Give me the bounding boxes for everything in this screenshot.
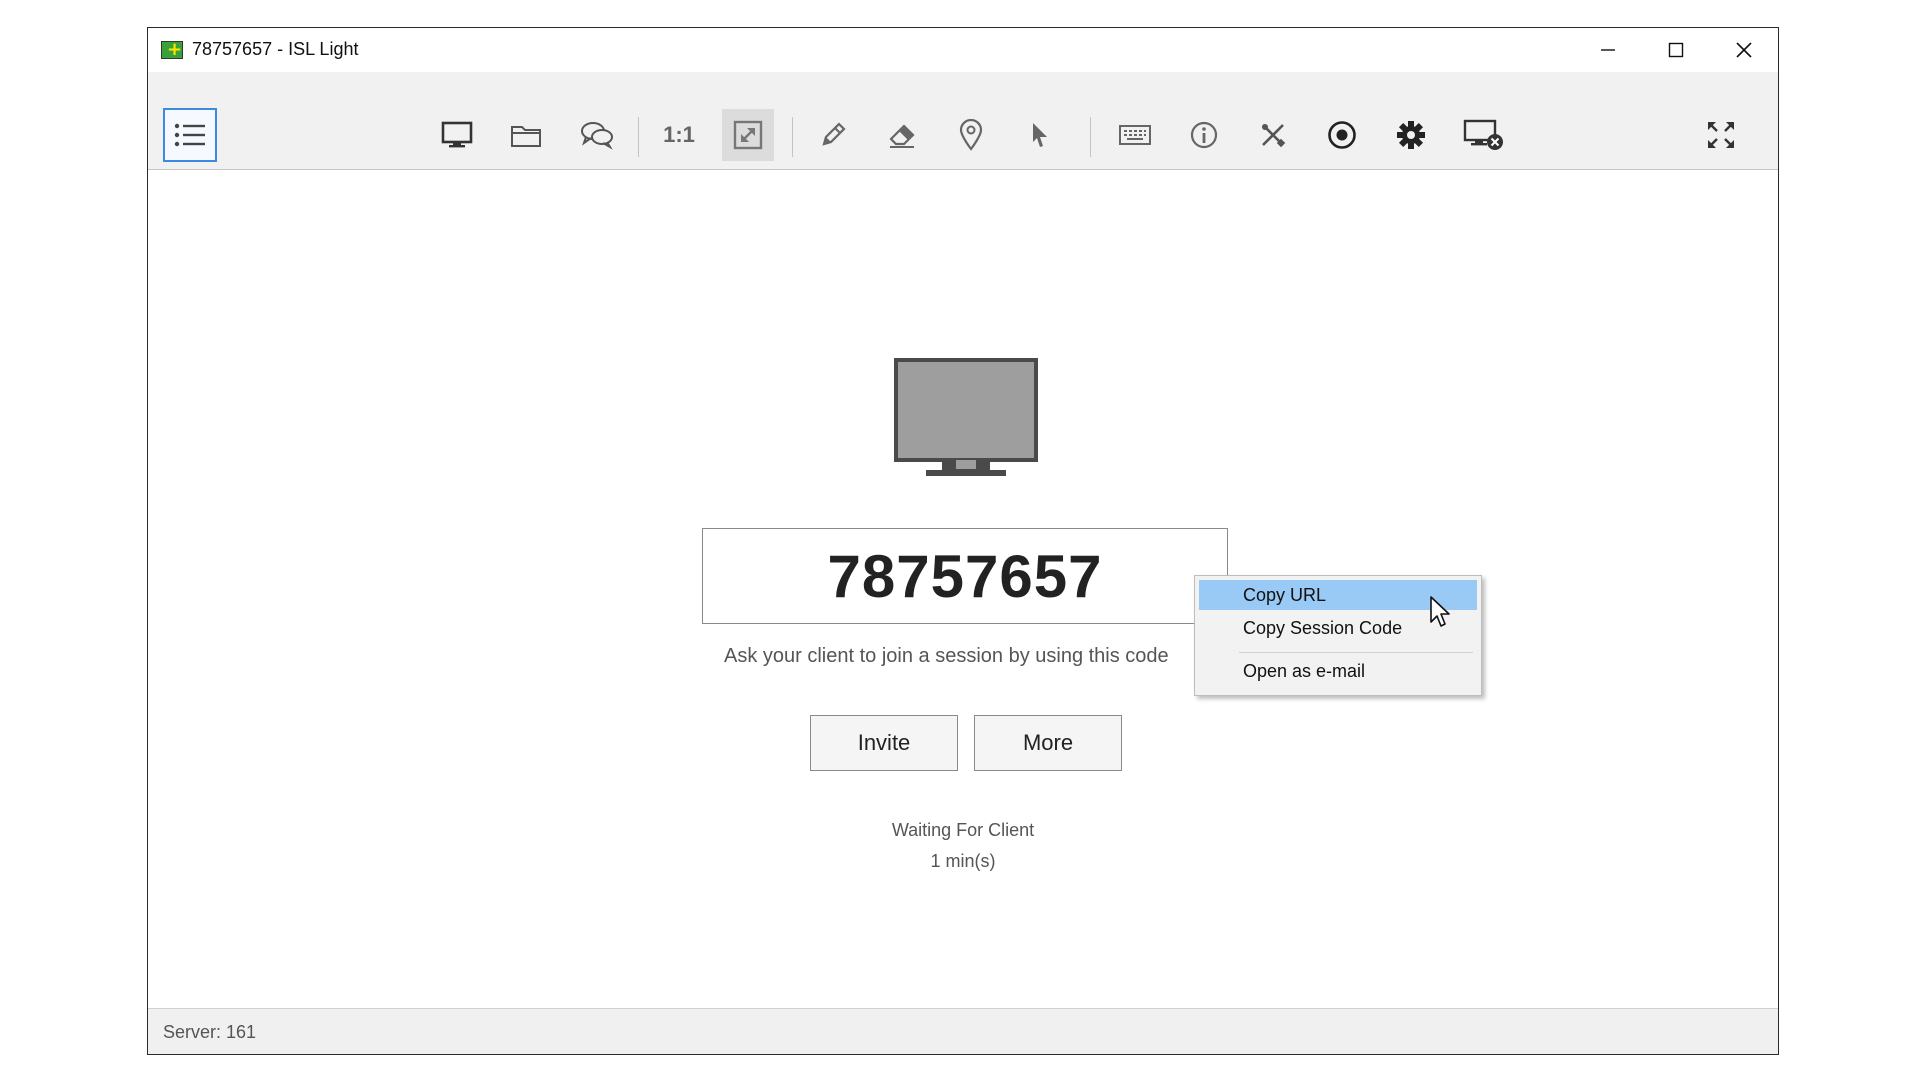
map-pin-icon	[959, 119, 983, 151]
status-bar: Server: 161	[148, 1008, 1778, 1054]
pointer-button[interactable]	[1014, 109, 1066, 161]
disconnect-button[interactable]	[1458, 109, 1510, 161]
context-menu: Copy URL Copy Session Code Open as e-mai…	[1194, 575, 1482, 696]
tools-icon	[1262, 124, 1286, 148]
session-elapsed: 1 min(s)	[930, 851, 996, 871]
settings-button[interactable]	[1385, 109, 1437, 161]
open-as-email-menu-item[interactable]: Open as e-mail	[1199, 656, 1477, 686]
minimize-icon	[1601, 49, 1615, 51]
chat-button[interactable]	[571, 109, 623, 161]
cursor-arrow-icon	[1033, 123, 1047, 147]
eraser-button[interactable]	[876, 109, 928, 161]
info-button[interactable]	[1178, 109, 1230, 161]
scale-icon	[733, 120, 763, 150]
chat-icon	[581, 122, 613, 150]
record-button[interactable]	[1316, 109, 1368, 161]
scale-to-fit-button[interactable]	[722, 109, 774, 161]
pencil-icon	[822, 122, 846, 146]
tools-button[interactable]	[1247, 109, 1299, 161]
toolbar: 1:1	[148, 72, 1778, 170]
session-code: 78757657	[827, 543, 1103, 610]
close-icon	[1736, 42, 1752, 58]
keyboard-button[interactable]	[1109, 109, 1161, 161]
minimize-button[interactable]	[1574, 28, 1642, 72]
close-button[interactable]	[1710, 28, 1778, 72]
fullscreen-icon	[1708, 122, 1734, 148]
title-bar: 78757657 - ISL Light	[148, 28, 1778, 72]
app-window: 78757657 - ISL Light	[147, 27, 1779, 1055]
maximize-icon	[1668, 42, 1684, 58]
server-label: Server: 161	[163, 1022, 257, 1042]
toolbar-separator	[638, 117, 639, 157]
session-code-box[interactable]: 78757657	[702, 528, 1228, 624]
pen-button[interactable]	[807, 109, 859, 161]
monitor-close-icon	[1463, 119, 1503, 150]
session-hint: Ask your client to join a session by usi…	[724, 645, 1169, 667]
toolbar-separator	[1090, 117, 1091, 157]
list-icon	[174, 123, 205, 147]
more-button[interactable]: More	[974, 715, 1122, 771]
one-to-one-icon: 1:1	[663, 122, 695, 147]
menu-button[interactable]	[163, 108, 217, 162]
mouse-cursor-icon	[1429, 595, 1453, 629]
actual-size-button[interactable]: 1:1	[653, 109, 705, 161]
invite-button[interactable]: Invite	[810, 715, 958, 771]
client-monitor-icon	[894, 358, 1038, 480]
isl-light-logo-icon	[161, 39, 183, 60]
gear-icon	[1397, 121, 1425, 149]
window-title: 78757657 - ISL Light	[192, 39, 359, 59]
eraser-icon	[889, 124, 915, 148]
file-transfer-button[interactable]	[500, 109, 552, 161]
toolbar-separator	[792, 117, 793, 157]
session-panel: 78757657 Ask your client to join a sessi…	[148, 170, 1778, 1036]
info-icon	[1190, 121, 1218, 149]
record-icon	[1328, 121, 1356, 149]
fullscreen-button[interactable]	[1695, 109, 1747, 161]
monitor-icon	[441, 121, 473, 148]
pointer-marker-button[interactable]	[945, 109, 997, 161]
session-status: Waiting For Client	[891, 820, 1035, 840]
screen-share-button[interactable]	[431, 109, 483, 161]
menu-separator	[1239, 652, 1473, 653]
keyboard-icon	[1119, 125, 1151, 145]
folder-icon	[511, 126, 541, 147]
maximize-button[interactable]	[1642, 28, 1710, 72]
